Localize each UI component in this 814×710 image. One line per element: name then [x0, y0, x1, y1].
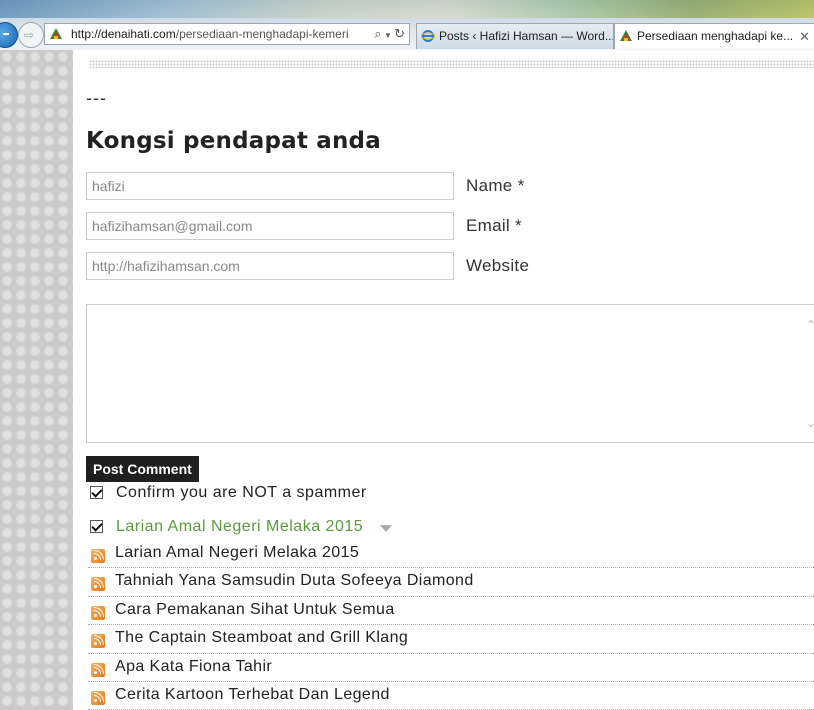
- tab-label: Posts ‹ Hafizi Hamsan — Word...: [439, 29, 614, 43]
- rss-icon: [91, 662, 105, 677]
- list-item: Larian Amal Negeri Melaka 2015: [88, 540, 814, 569]
- post-link[interactable]: Larian Amal Negeri Melaka 2015: [115, 544, 359, 562]
- list-item: Tahniah Yana Samsudin Duta Sofeeya Diamo…: [88, 568, 814, 597]
- scroll-up-icon: ⌃: [806, 318, 814, 332]
- page-title: Kongsi pendapat anda: [86, 128, 381, 154]
- email-field[interactable]: [86, 212, 454, 240]
- site-favicon-icon: [620, 30, 632, 41]
- forward-button[interactable]: ⇨: [18, 22, 44, 48]
- notify-checkbox[interactable]: [90, 520, 103, 533]
- rss-icon: [91, 634, 105, 649]
- tab-posts[interactable]: Posts ‹ Hafizi Hamsan — Word...: [416, 23, 614, 49]
- dotted-divider: [89, 60, 814, 68]
- list-item: Apa Kata Fiona Tahir: [88, 654, 814, 682]
- name-label: Name *: [466, 176, 525, 195]
- notify-post-link[interactable]: Larian Amal Negeri Melaka 2015: [116, 518, 363, 536]
- rss-icon: [91, 605, 105, 620]
- post-link[interactable]: Cara Pemakanan Sihat Untuk Semua: [115, 601, 395, 619]
- address-bar[interactable]: http://denaihati.com/persediaan-menghada…: [44, 23, 410, 45]
- address-actions: ⌕ ▾ ↻: [370, 26, 405, 42]
- tab-label: Persediaan menghadapi ke...: [637, 29, 794, 43]
- scroll-down-icon: ⌄: [806, 416, 814, 430]
- address-domain: http://denaihati.com: [71, 27, 176, 41]
- website-label: Website: [466, 256, 530, 275]
- list-item: Cara Pemakanan Sihat Untuk Semua: [88, 597, 814, 626]
- ie-icon: [421, 30, 435, 42]
- forward-arrow-icon: ⇨: [24, 28, 35, 42]
- page-background: [0, 50, 73, 710]
- list-item: The Captain Steamboat and Grill Klang: [88, 625, 814, 654]
- post-link[interactable]: The Captain Steamboat and Grill Klang: [115, 629, 408, 647]
- close-icon[interactable]: ✕: [799, 29, 810, 45]
- post-link[interactable]: Apa Kata Fiona Tahir: [115, 658, 272, 676]
- post-comment-button[interactable]: Post Comment: [86, 456, 199, 482]
- background-window-strip: [0, 0, 814, 18]
- address-path: /persediaan-menghadapi-kemeri: [175, 27, 349, 41]
- refresh-icon[interactable]: ↻: [394, 26, 405, 41]
- address-url[interactable]: http://denaihati.com/persediaan-menghada…: [71, 27, 355, 41]
- site-favicon-icon: [50, 28, 62, 39]
- browser-chrome: ⇨ http://denaihati.com/persediaan-mengha…: [0, 0, 814, 50]
- recent-posts-list: Larian Amal Negeri Melaka 2015 Tahniah Y…: [88, 540, 814, 710]
- comment-section: --- Kongsi pendapat anda Name * Email * …: [73, 50, 814, 710]
- name-field[interactable]: [86, 172, 454, 200]
- textarea-scrollbar[interactable]: ⌃ ⌄: [806, 318, 814, 430]
- post-link[interactable]: Cerita Kartoon Terhebat Dan Legend: [115, 686, 390, 704]
- rss-icon: [91, 577, 105, 592]
- post-link[interactable]: Tahniah Yana Samsudin Duta Sofeeya Diamo…: [115, 572, 474, 590]
- rss-icon: [91, 690, 105, 705]
- spam-checkbox[interactable]: [90, 486, 103, 499]
- chevron-down-icon[interactable]: [380, 525, 392, 532]
- comment-textarea[interactable]: [86, 304, 814, 443]
- search-icon[interactable]: ⌕: [374, 26, 381, 41]
- separator-text: ---: [86, 88, 107, 108]
- spam-check-label: Confirm you are NOT a spammer: [116, 484, 367, 501]
- dropdown-arrow-icon[interactable]: ▾: [386, 30, 391, 40]
- list-item: Cerita Kartoon Terhebat Dan Legend: [88, 682, 814, 710]
- back-button[interactable]: [0, 22, 18, 48]
- rss-icon: [91, 549, 105, 563]
- email-label: Email *: [466, 216, 522, 235]
- back-arrow-icon: [3, 33, 9, 35]
- website-field[interactable]: [86, 252, 454, 280]
- tab-persediaan[interactable]: Persediaan menghadapi ke... ✕: [614, 23, 814, 49]
